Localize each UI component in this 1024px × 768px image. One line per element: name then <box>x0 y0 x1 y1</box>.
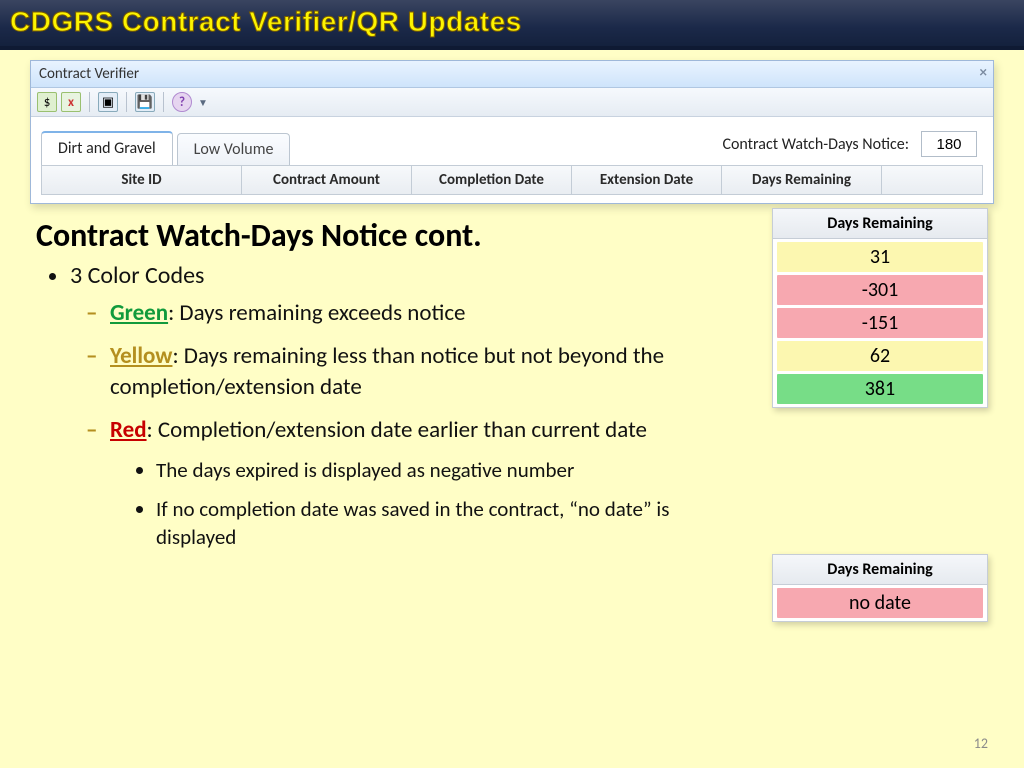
separator <box>126 92 127 112</box>
days-row: 381 <box>777 374 983 404</box>
tab-dirt-and-gravel[interactable]: Dirt and Gravel <box>41 131 173 165</box>
days-row: 31 <box>777 242 983 272</box>
sub-bullet-nodate: If no completion date was saved in the c… <box>156 495 716 552</box>
days-row: 62 <box>777 341 983 371</box>
col-spacer <box>882 166 982 194</box>
window-title: Contract Verifier <box>39 65 139 83</box>
separator <box>163 92 164 112</box>
help-icon[interactable]: ? <box>172 92 192 112</box>
days-row: -301 <box>777 275 983 305</box>
red-label: Red <box>110 416 147 444</box>
notice-input[interactable] <box>921 131 977 157</box>
bullet-red: Red: Completion/extension date earlier t… <box>110 415 988 551</box>
green-label: Green <box>110 299 168 327</box>
yellow-label: Yellow <box>110 342 172 370</box>
watch-days-notice: Contract Watch-Days Notice: <box>722 131 977 157</box>
toolbar: $ x ▣ 💾 ? ▼ <box>31 88 993 117</box>
window-titlebar: Contract Verifier × <box>31 61 993 88</box>
days-row: no date <box>777 588 983 618</box>
slide-body: Contract Watch-Days Notice cont. 3 Color… <box>0 204 1024 551</box>
col-contract-amount: Contract Amount <box>242 166 412 194</box>
col-extension-date: Extension Date <box>572 166 722 194</box>
tab-low-volume[interactable]: Low Volume <box>177 133 291 165</box>
panel-header: Days Remaining <box>773 209 987 239</box>
days-row: -151 <box>777 308 983 338</box>
refresh-icon[interactable]: $ <box>37 92 57 112</box>
panel-header: Days Remaining <box>773 555 987 585</box>
col-completion-date: Completion Date <box>412 166 572 194</box>
col-days-remaining: Days Remaining <box>722 166 882 194</box>
video-icon[interactable]: ▣ <box>98 92 118 112</box>
days-remaining-panel: Days Remaining 31-301-15162381 <box>772 208 988 408</box>
col-site-id: Site ID <box>42 166 242 194</box>
export-excel-icon[interactable]: x <box>61 92 81 112</box>
days-remaining-panel-nodate: Days Remaining no date <box>772 554 988 622</box>
slide-title: CDGRS Contract Verifier/QR Updates <box>10 6 522 37</box>
sub-bullet-negative: The days expired is displayed as negativ… <box>156 456 988 484</box>
bullet-yellow: Yellow: Days remaining less than notice … <box>110 341 750 403</box>
close-icon[interactable]: × <box>980 64 987 82</box>
slide-title-bar: CDGRS Contract Verifier/QR Updates <box>0 0 1024 50</box>
grid-header: Site ID Contract Amount Completion Date … <box>41 165 983 195</box>
notice-label: Contract Watch-Days Notice: <box>722 135 909 154</box>
separator <box>89 92 90 112</box>
page-number: 12 <box>974 735 988 752</box>
chevron-down-icon[interactable]: ▼ <box>198 96 208 109</box>
tabs-row: Dirt and Gravel Low Volume Contract Watc… <box>31 117 993 165</box>
contract-verifier-window: Contract Verifier × $ x ▣ 💾 ? ▼ Dirt and… <box>30 60 994 204</box>
save-icon[interactable]: 💾 <box>135 92 155 112</box>
